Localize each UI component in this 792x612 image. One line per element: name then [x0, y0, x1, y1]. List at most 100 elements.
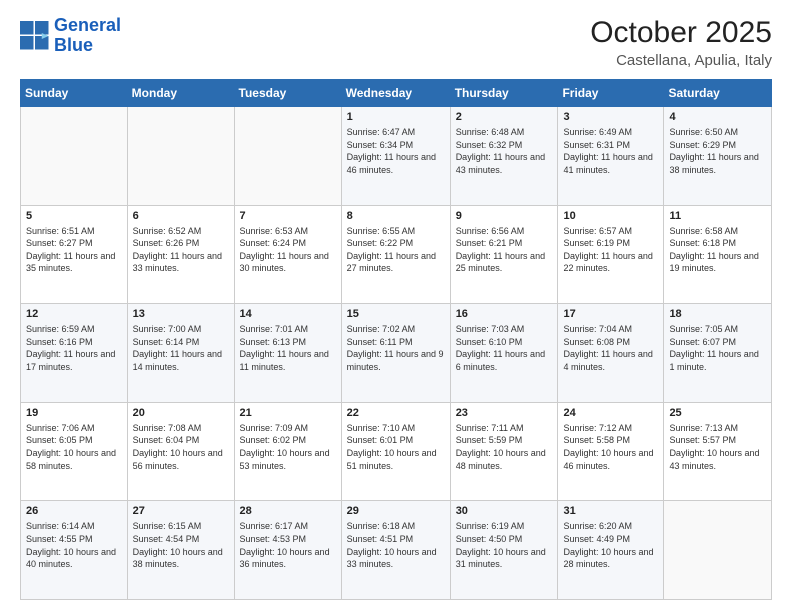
day-info: Sunrise: 7:04 AM Sunset: 6:08 PM Dayligh…	[563, 323, 658, 373]
day-number: 5	[26, 210, 122, 222]
day-number: 16	[456, 308, 553, 320]
day-number: 29	[347, 505, 445, 517]
day-cell: 14Sunrise: 7:01 AM Sunset: 6:13 PM Dayli…	[234, 304, 341, 403]
day-number: 22	[347, 407, 445, 419]
day-cell: 18 Sunrise: 7:05 AM Sunset: 6:07 PM Dayli…	[664, 304, 772, 403]
day-number: 4	[669, 111, 766, 123]
col-wednesday: Wednesday	[341, 80, 450, 107]
day-cell: 7Sunrise: 6:53 AM Sunset: 6:24 PM Daylig…	[234, 205, 341, 304]
day-cell: 8 Sunrise: 6:55 AM Sunset: 6:22 PM Daylig…	[341, 205, 450, 304]
logo-icon	[20, 21, 50, 51]
day-info: Sunrise: 7:13 AM Sunset: 5:57 PM Dayligh…	[669, 422, 766, 472]
day-number: 11	[669, 210, 766, 222]
day-cell: 19Sunrise: 7:06 AM Sunset: 6:05 PM Dayli…	[21, 402, 128, 501]
calendar-subtitle: Castellana, Apulia, Italy	[590, 52, 772, 69]
day-cell: 29 Sunrise: 6:18 AM Sunset: 4:51 PM Dayli…	[341, 501, 450, 600]
page: General Blue October 2025 Castellana, Ap…	[0, 0, 792, 612]
day-number: 26	[26, 505, 122, 517]
day-info: Sunrise: 6:53 AM Sunset: 6:24 PM Dayligh…	[240, 225, 336, 275]
week-row-1: 1 Sunrise: 6:47 AM Sunset: 6:34 PM Daylig…	[21, 107, 772, 206]
logo: General Blue	[20, 16, 121, 56]
calendar-title: October 2025	[590, 16, 772, 50]
day-info: Sunrise: 7:09 AM Sunset: 6:02 PM Dayligh…	[240, 422, 336, 472]
day-number: 17	[563, 308, 658, 320]
day-number: 13	[133, 308, 229, 320]
day-info: Sunrise: 6:56 AM Sunset: 6:21 PM Dayligh…	[456, 225, 553, 275]
day-cell: 31 Sunrise: 6:20 AM Sunset: 4:49 PM Dayli…	[558, 501, 664, 600]
day-cell: 15 Sunrise: 7:02 AM Sunset: 6:11 PM Dayli…	[341, 304, 450, 403]
day-info: Sunrise: 7:00 AM Sunset: 6:14 PM Dayligh…	[133, 323, 229, 373]
day-number: 27	[133, 505, 229, 517]
day-cell	[234, 107, 341, 206]
day-cell: 24Sunrise: 7:12 AM Sunset: 5:58 PM Dayli…	[558, 402, 664, 501]
week-row-2: 5 Sunrise: 6:51 AM Sunset: 6:27 PM Daylig…	[21, 205, 772, 304]
day-cell: 1 Sunrise: 6:47 AM Sunset: 6:34 PM Daylig…	[341, 107, 450, 206]
day-number: 30	[456, 505, 553, 517]
day-number: 21	[240, 407, 336, 419]
week-row-5: 26 Sunrise: 6:14 AM Sunset: 4:55 PM Dayli…	[21, 501, 772, 600]
title-block: October 2025 Castellana, Apulia, Italy	[590, 16, 772, 69]
day-cell: 3 Sunrise: 6:49 AM Sunset: 6:31 PM Daylig…	[558, 107, 664, 206]
day-cell: 6 Sunrise: 6:52 AM Sunset: 6:26 PM Daylig…	[127, 205, 234, 304]
day-number: 19	[26, 407, 122, 419]
day-info: Sunrise: 7:10 AM Sunset: 6:01 PM Dayligh…	[347, 422, 445, 472]
day-number: 6	[133, 210, 229, 222]
day-number: 8	[347, 210, 445, 222]
day-number: 9	[456, 210, 553, 222]
day-number: 18	[669, 308, 766, 320]
day-number: 3	[563, 111, 658, 123]
col-sunday: Sunday	[21, 80, 128, 107]
day-cell: 25 Sunrise: 7:13 AM Sunset: 5:57 PM Dayli…	[664, 402, 772, 501]
day-cell: 11 Sunrise: 6:58 AM Sunset: 6:18 PM Dayli…	[664, 205, 772, 304]
day-info: Sunrise: 6:51 AM Sunset: 6:27 PM Dayligh…	[26, 225, 122, 275]
day-cell	[664, 501, 772, 600]
day-cell: 22 Sunrise: 7:10 AM Sunset: 6:01 PM Dayli…	[341, 402, 450, 501]
day-info: Sunrise: 6:18 AM Sunset: 4:51 PM Dayligh…	[347, 520, 445, 570]
day-info: Sunrise: 6:52 AM Sunset: 6:26 PM Dayligh…	[133, 225, 229, 275]
day-info: Sunrise: 6:14 AM Sunset: 4:55 PM Dayligh…	[26, 520, 122, 570]
day-number: 12	[26, 308, 122, 320]
day-cell: 9 Sunrise: 6:56 AM Sunset: 6:21 PM Daylig…	[450, 205, 558, 304]
day-info: Sunrise: 6:49 AM Sunset: 6:31 PM Dayligh…	[563, 126, 658, 176]
day-cell: 27 Sunrise: 6:15 AM Sunset: 4:54 PM Dayli…	[127, 501, 234, 600]
day-cell: 4 Sunrise: 6:50 AM Sunset: 6:29 PM Daylig…	[664, 107, 772, 206]
day-info: Sunrise: 6:15 AM Sunset: 4:54 PM Dayligh…	[133, 520, 229, 570]
day-number: 28	[240, 505, 336, 517]
day-cell: 20 Sunrise: 7:08 AM Sunset: 6:04 PM Dayli…	[127, 402, 234, 501]
day-cell: 26 Sunrise: 6:14 AM Sunset: 4:55 PM Dayli…	[21, 501, 128, 600]
day-info: Sunrise: 6:20 AM Sunset: 4:49 PM Dayligh…	[563, 520, 658, 570]
day-info: Sunrise: 6:59 AM Sunset: 6:16 PM Dayligh…	[26, 323, 122, 373]
day-info: Sunrise: 6:50 AM Sunset: 6:29 PM Dayligh…	[669, 126, 766, 176]
day-info: Sunrise: 7:05 AM Sunset: 6:07 PM Dayligh…	[669, 323, 766, 373]
day-info: Sunrise: 7:02 AM Sunset: 6:11 PM Dayligh…	[347, 323, 445, 373]
day-number: 25	[669, 407, 766, 419]
day-number: 10	[563, 210, 658, 222]
col-thursday: Thursday	[450, 80, 558, 107]
day-info: Sunrise: 6:48 AM Sunset: 6:32 PM Dayligh…	[456, 126, 553, 176]
day-cell	[127, 107, 234, 206]
day-cell: 13 Sunrise: 7:00 AM Sunset: 6:14 PM Dayli…	[127, 304, 234, 403]
day-cell: 12 Sunrise: 6:59 AM Sunset: 6:16 PM Dayli…	[21, 304, 128, 403]
col-monday: Monday	[127, 80, 234, 107]
header: General Blue October 2025 Castellana, Ap…	[20, 16, 772, 69]
day-info: Sunrise: 6:58 AM Sunset: 6:18 PM Dayligh…	[669, 225, 766, 275]
day-cell: 5 Sunrise: 6:51 AM Sunset: 6:27 PM Daylig…	[21, 205, 128, 304]
day-number: 31	[563, 505, 658, 517]
day-cell: 16 Sunrise: 7:03 AM Sunset: 6:10 PM Dayli…	[450, 304, 558, 403]
day-number: 1	[347, 111, 445, 123]
day-info: Sunrise: 7:03 AM Sunset: 6:10 PM Dayligh…	[456, 323, 553, 373]
day-number: 2	[456, 111, 553, 123]
day-cell: 30Sunrise: 6:19 AM Sunset: 4:50 PM Dayli…	[450, 501, 558, 600]
header-row: Sunday Monday Tuesday Wednesday Thursday…	[21, 80, 772, 107]
day-info: Sunrise: 6:55 AM Sunset: 6:22 PM Dayligh…	[347, 225, 445, 275]
col-saturday: Saturday	[664, 80, 772, 107]
week-row-4: 19Sunrise: 7:06 AM Sunset: 6:05 PM Dayli…	[21, 402, 772, 501]
day-info: Sunrise: 7:01 AM Sunset: 6:13 PM Dayligh…	[240, 323, 336, 373]
day-info: Sunrise: 6:47 AM Sunset: 6:34 PM Dayligh…	[347, 126, 445, 176]
day-number: 20	[133, 407, 229, 419]
day-info: Sunrise: 7:11 AM Sunset: 5:59 PM Dayligh…	[456, 422, 553, 472]
day-number: 24	[563, 407, 658, 419]
col-friday: Friday	[558, 80, 664, 107]
day-number: 15	[347, 308, 445, 320]
day-info: Sunrise: 7:08 AM Sunset: 6:04 PM Dayligh…	[133, 422, 229, 472]
